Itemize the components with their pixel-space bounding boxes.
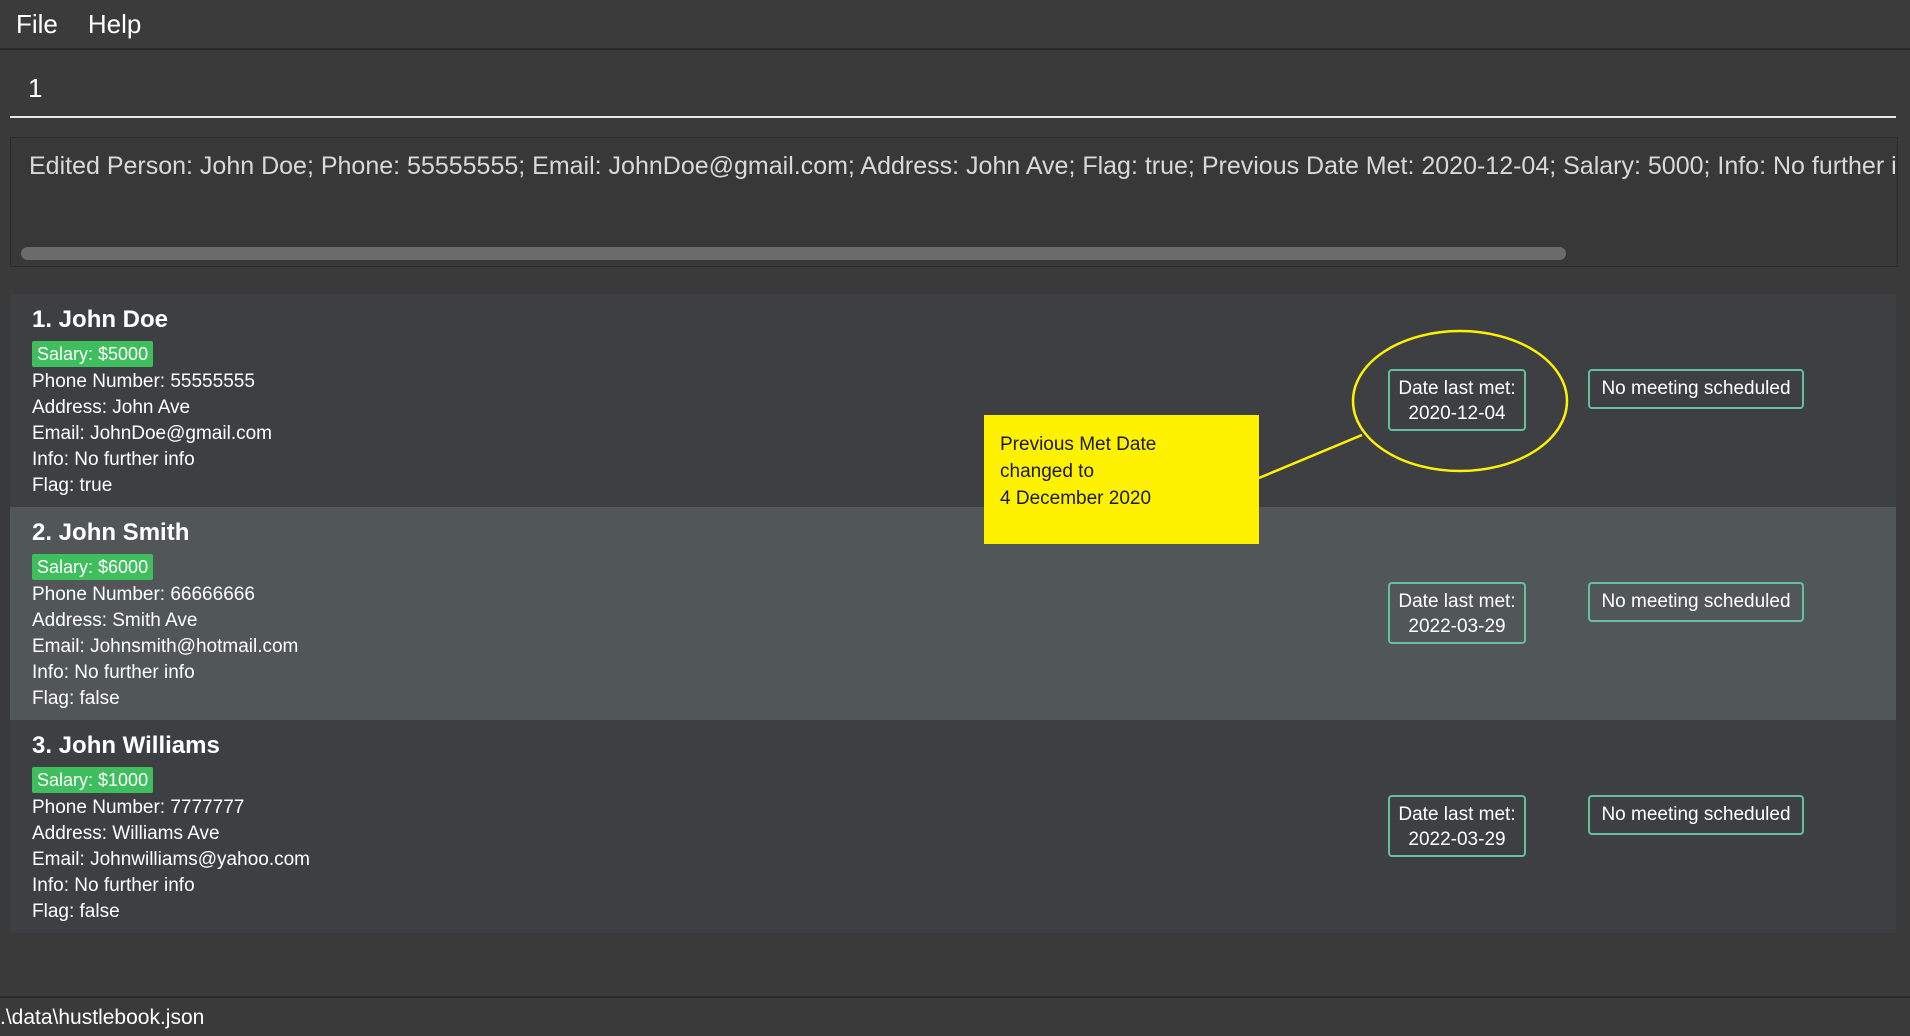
person-name: 3. John Williams	[32, 732, 220, 759]
phone-label: Phone Number: 66666666	[32, 584, 255, 605]
app-window: File Help Edited Person: John Doe; Phone…	[0, 0, 1910, 1036]
date-last-met-value: 2022-03-29	[1408, 616, 1506, 637]
command-box	[10, 60, 1896, 118]
date-last-met-box: Date last met: 2020-12-04	[1388, 369, 1526, 431]
date-last-met-value: 2020-12-04	[1408, 403, 1506, 424]
command-input[interactable]	[10, 60, 1888, 116]
info-label: Info: No further info	[32, 662, 195, 683]
address-label: Address: John Ave	[32, 397, 191, 418]
address-label: Address: Smith Ave	[32, 610, 198, 631]
email-label: Email: Johnsmith@hotmail.com	[32, 636, 299, 657]
salary-tag: Salary: $1000	[32, 767, 154, 793]
salary-tag: Salary: $5000	[32, 341, 154, 367]
meeting-status-box: No meeting scheduled	[1588, 369, 1804, 409]
menu-help[interactable]: Help	[74, 0, 155, 48]
annotation-line-2: changed to	[1000, 461, 1095, 482]
person-name: 2. John Smith	[32, 519, 190, 546]
address-label: Address: Williams Ave	[32, 823, 220, 844]
phone-label: Phone Number: 7777777	[32, 797, 245, 818]
date-last-met-value: 2022-03-29	[1408, 829, 1506, 850]
person-card[interactable]: 3. John Williams Salary: $1000 Phone Num…	[10, 720, 1896, 933]
date-last-met-label: Date last met:	[1398, 378, 1516, 399]
save-location-path: .\data\hustlebook.json	[0, 1006, 205, 1029]
salary-tag: Salary: $6000	[32, 554, 154, 580]
menu-bar: File Help	[0, 0, 1910, 50]
menu-file[interactable]: File	[2, 0, 72, 48]
info-label: Info: No further info	[32, 875, 195, 896]
info-label: Info: No further info	[32, 449, 195, 470]
date-last-met-box: Date last met: 2022-03-29	[1388, 582, 1526, 644]
annotation-line-1: Previous Met Date	[1000, 434, 1157, 455]
flag-label: Flag: false	[32, 901, 120, 922]
meeting-status-box: No meeting scheduled	[1588, 582, 1804, 622]
person-name: 1. John Doe	[32, 306, 169, 333]
email-label: Email: JohnDoe@gmail.com	[32, 423, 272, 444]
person-list: 1. John Doe Salary: $5000 Phone Number: …	[10, 294, 1896, 933]
date-last-met-label: Date last met:	[1398, 591, 1516, 612]
meeting-status-box: No meeting scheduled	[1588, 795, 1804, 835]
date-last-met-box: Date last met: 2022-03-29	[1388, 795, 1526, 857]
status-bar: .\data\hustlebook.json	[0, 996, 1910, 1036]
flag-label: Flag: true	[32, 475, 113, 496]
result-display: Edited Person: John Doe; Phone: 55555555…	[10, 137, 1898, 267]
flag-label: Flag: false	[32, 688, 120, 709]
date-last-met-label: Date last met:	[1398, 804, 1516, 825]
person-card[interactable]: 2. John Smith Salary: $6000 Phone Number…	[10, 507, 1896, 720]
person-card[interactable]: 1. John Doe Salary: $5000 Phone Number: …	[10, 294, 1896, 507]
annotation-callout: Previous Met Date changed to 4 December …	[984, 415, 1259, 544]
scrollbar-thumb[interactable]	[21, 247, 1566, 260]
email-label: Email: Johnwilliams@yahoo.com	[32, 849, 310, 870]
result-text: Edited Person: John Doe; Phone: 55555555…	[29, 152, 1895, 180]
phone-label: Phone Number: 55555555	[32, 371, 255, 392]
annotation-line-3: 4 December 2020	[1000, 488, 1152, 509]
